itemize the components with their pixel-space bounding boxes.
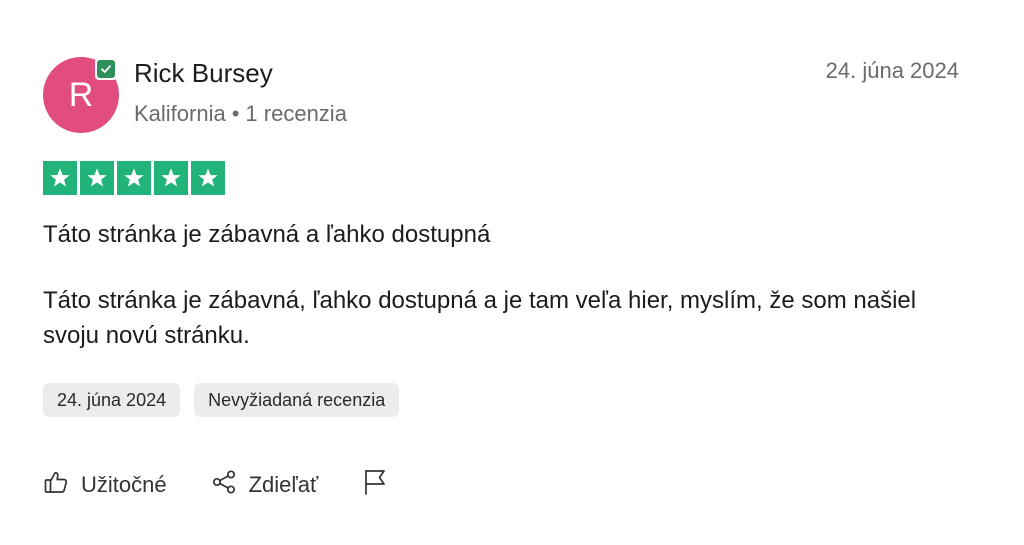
meta-separator: • [231,101,240,126]
star-rating [43,161,225,195]
share-button[interactable]: Zdieľať [211,469,319,500]
review-card: R Rick Bursey Kalifornia • 1 recenzia 24. … [0,0,1024,545]
review-type-tag[interactable]: Nevyžiadaná recenzia [194,383,400,417]
star-icon [117,161,151,195]
share-icon [211,469,237,500]
verified-badge [95,58,117,80]
flag-icon [362,468,388,501]
star-icon [80,161,114,195]
review-date: 24. júna 2024 [825,58,959,83]
star-icon [43,161,77,195]
helpful-button[interactable]: Užitočné [43,469,167,500]
review-title: Táto stránka je zábavná a ľahko dostupná [43,221,491,248]
review-body: Táto stránka je zábavná, ľahko dostupná … [43,287,917,349]
share-label: Zdieľať [248,471,319,497]
review-tags: 24. júna 2024 Nevyžiadaná recenzia [43,383,400,417]
reviewer-location: Kalifornia [134,101,226,126]
thumbs-up-icon [43,469,69,500]
verified-check-icon [97,60,115,78]
star-icon [154,161,188,195]
reviewer-review-count: 1 recenzia [245,101,347,126]
helpful-label: Užitočné [81,471,167,497]
star-icon [191,161,225,195]
review-actions: Užitočné Zdieľať [43,468,388,501]
report-button[interactable] [362,468,388,501]
date-tag: 24. júna 2024 [43,383,181,417]
reviewer-meta: Kalifornia • 1 recenzia [134,101,347,127]
reviewer-name[interactable]: Rick Bursey [134,58,273,89]
